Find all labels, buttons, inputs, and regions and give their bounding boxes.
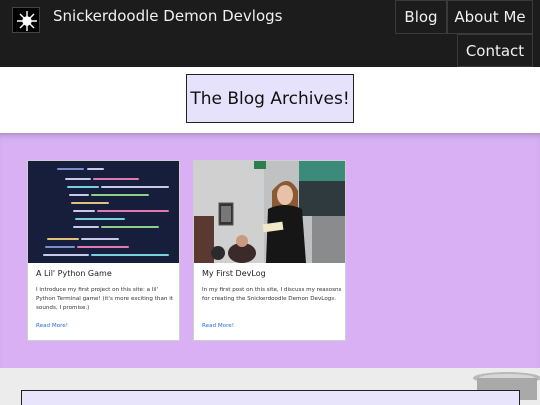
read-more-link[interactable]: Read More! (36, 323, 68, 329)
site-logo[interactable] (12, 7, 40, 33)
nav-contact-button[interactable]: Contact (457, 34, 533, 67)
page-title: The Blog Archives! (186, 74, 354, 123)
post-card-python-game[interactable]: A Lil' Python Game I introduce my first … (27, 160, 180, 341)
post-card-first-devlog[interactable]: My First DevLog In my first post on this… (193, 160, 346, 341)
post-title[interactable]: A Lil' Python Game (36, 269, 112, 278)
heading-section: The Blog Archives! (0, 67, 540, 133)
post-thumbnail-presenter-photo[interactable] (194, 161, 345, 263)
blog-posts-section: A Lil' Python Game I introduce my first … (0, 133, 540, 368)
nav-blog-button[interactable]: Blog (395, 0, 447, 34)
snowflake-logo-icon (17, 11, 37, 31)
post-title[interactable]: My First DevLog (202, 269, 266, 278)
footer-content-box (21, 390, 520, 405)
post-description: In my first post on this site, I discuss… (202, 287, 342, 302)
footer-background-image (0, 368, 540, 405)
site-title[interactable]: Snickerdoodle Demon Devlogs (53, 7, 282, 25)
nav-about-button[interactable]: About Me (447, 0, 533, 34)
post-thumbnail-code-image[interactable] (28, 161, 179, 263)
read-more-link[interactable]: Read More! (202, 323, 234, 329)
top-navigation-bar: Snickerdoodle Demon Devlogs Blog About M… (0, 0, 540, 67)
post-description: I introduce my first project on this sit… (36, 287, 173, 311)
